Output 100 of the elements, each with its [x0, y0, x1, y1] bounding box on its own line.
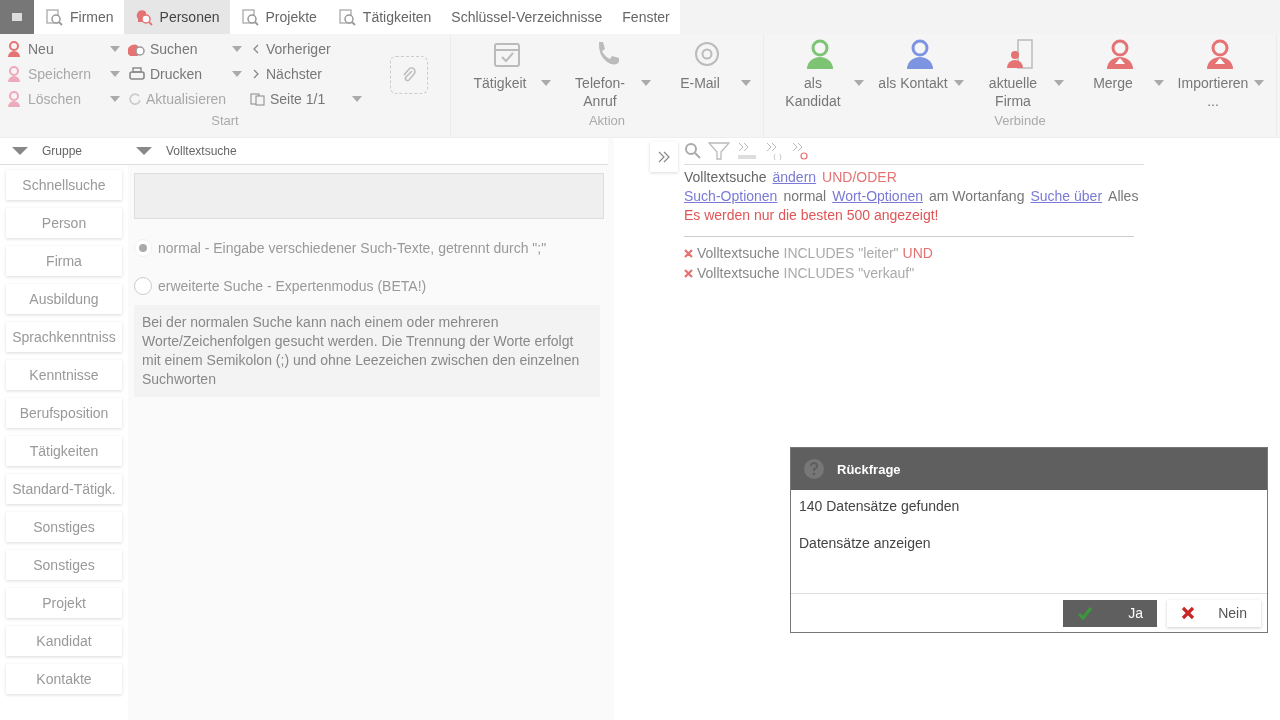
app-menu-button[interactable]: [0, 0, 34, 34]
dialog-message: Datensätze anzeigen: [799, 534, 932, 553]
radio-label: erweiterte Suche - Expertenmodus (BETA!): [158, 278, 427, 294]
attachment-drop-zone[interactable]: [390, 56, 428, 94]
expand-button[interactable]: [650, 142, 678, 172]
group-label: Start: [210, 113, 240, 130]
condition-value: "leiter": [858, 245, 899, 261]
condition-operator: INCLUDES: [783, 245, 855, 261]
group-button[interactable]: Firma: [6, 246, 122, 276]
caret-icon: [741, 80, 751, 86]
group-label: Verbinde: [993, 113, 1047, 130]
menu-tab[interactable]: Tätigkeiten: [326, 0, 442, 34]
group-button[interactable]: Sprachkenntniss: [6, 322, 122, 352]
condition-operator: INCLUDES: [783, 265, 855, 281]
dialog-title: Rückfrage: [837, 461, 901, 477]
change-link[interactable]: ändern: [772, 168, 817, 187]
no-button[interactable]: Nein: [1167, 599, 1261, 627]
group-button[interactable]: Kandidat: [6, 626, 122, 656]
group-button[interactable]: Person: [6, 208, 122, 238]
group-button[interactable]: Sonstiges: [6, 550, 122, 580]
remove-icon[interactable]: [684, 268, 693, 278]
person-building-icon: [1004, 38, 1036, 70]
option-link[interactable]: Wort-Optionen: [832, 187, 923, 206]
menu-tab[interactable]: Projekte: [229, 0, 327, 34]
ribbon-button[interactable]: Telefon-Anruf: [557, 38, 657, 113]
group-label: Aktion: [587, 113, 627, 130]
person-icon: [804, 38, 836, 70]
toolbar-button[interactable]: Drucken: [128, 63, 242, 85]
ribbon-button[interactable]: aktuelle Firma: [970, 38, 1070, 113]
caret-icon: [641, 80, 651, 86]
search-icon[interactable]: [684, 142, 702, 160]
person-icon: [904, 38, 936, 70]
group-button[interactable]: Sonstiges: [6, 512, 122, 542]
operator-label: UND/ODER: [822, 168, 897, 187]
toolbar-button[interactable]: Neu: [6, 38, 120, 60]
panel-title: Volltextsuche: [166, 144, 237, 158]
ribbon-button[interactable]: E-Mail: [657, 38, 757, 113]
double-chevron-icon: [657, 151, 671, 163]
toolbar-button[interactable]: Seite 1/1: [250, 88, 362, 110]
filter-icon[interactable]: [708, 141, 730, 161]
group-button[interactable]: Tätigkeiten: [6, 436, 122, 466]
caret-icon: [954, 80, 964, 86]
ribbon-button[interactable]: Merge: [1070, 38, 1170, 113]
criteria-heading: Volltextsuche: [684, 168, 767, 187]
dialog-message: 140 Datensätze gefunden: [799, 497, 961, 516]
chevrons-icon[interactable]: [764, 141, 784, 161]
condition-field: Volltextsuche: [697, 245, 780, 261]
menu-tab[interactable]: Firmen: [34, 0, 124, 34]
group-button[interactable]: Schnellsuche: [6, 170, 122, 200]
menu-tab[interactable]: Schlüssel-Verzeichnisse: [441, 0, 613, 34]
paperclip-icon: [400, 66, 418, 84]
caret-icon: [854, 80, 864, 86]
toolbar-button[interactable]: Suchen: [128, 38, 242, 60]
option-value: normal: [783, 187, 827, 206]
group-button[interactable]: Kenntnisse: [6, 360, 122, 390]
checkmark-icon: [1077, 606, 1093, 620]
radio-button[interactable]: [134, 277, 152, 295]
app-icon: [11, 11, 23, 23]
pages-icon: [250, 92, 266, 106]
caret-icon: [136, 147, 152, 155]
chevrons-icon[interactable]: [736, 141, 758, 161]
refresh-icon: [128, 92, 142, 106]
panel-title: Gruppe: [42, 144, 83, 158]
menu-tab[interactable]: Personen: [123, 0, 230, 34]
caret-icon: [541, 80, 551, 86]
group-button[interactable]: Standard-Tätigk.: [6, 474, 122, 504]
remove-icon[interactable]: [684, 248, 693, 258]
group-button[interactable]: Berufsposition: [6, 398, 122, 428]
ribbon-button[interactable]: Tätigkeit: [457, 38, 557, 113]
group-button[interactable]: Kontakte: [6, 664, 122, 694]
group-button[interactable]: Ausbildung: [6, 284, 122, 314]
caret-icon: [1254, 80, 1264, 86]
caret-icon: [1054, 80, 1064, 86]
printer-icon: [128, 65, 146, 83]
person-upload-icon: [1204, 38, 1236, 70]
option-value: am Wortanfang: [929, 187, 1025, 206]
yes-button[interactable]: Ja: [1063, 599, 1157, 627]
ribbon-button[interactable]: Importieren...: [1170, 38, 1270, 113]
caret-icon: [12, 147, 28, 155]
condition-joiner: UND: [902, 245, 933, 261]
condition-field: Volltextsuche: [697, 265, 780, 281]
search-icon: [239, 7, 260, 27]
ribbon-button[interactable]: als Kandidat: [770, 38, 870, 113]
caret-icon: [1154, 80, 1164, 86]
ribbon-button[interactable]: als Kontakt: [870, 38, 970, 113]
search-text-field[interactable]: [134, 173, 604, 219]
group-button[interactable]: Projekt: [6, 588, 122, 618]
option-link[interactable]: Such-Optionen: [684, 187, 778, 206]
toolbar-button[interactable]: Nächster: [250, 63, 362, 85]
condition-value: "verkauf": [858, 265, 915, 281]
radio-label: normal - Eingabe verschiedener Such-Texte, getrennt durch ";": [158, 240, 547, 256]
chevrons-cancel-icon[interactable]: [790, 141, 810, 161]
option-value: Alles: [1108, 187, 1139, 206]
toolbar-button[interactable]: Vorheriger: [250, 38, 362, 60]
help-text: Bei der normalen Suche kann nach einem oder mehreren Worte/Zeichenfolgen gesucht werden. Die Trennung der Worte erfolgt mit einem Semikolon (;) und ohne Leezeichen zwischen den einzelnen Suchworten: [134, 305, 600, 397]
menu-tab[interactable]: Fenster: [612, 0, 680, 34]
search-icon: [336, 7, 357, 27]
close-icon: [1181, 606, 1195, 620]
question-icon: [803, 458, 825, 480]
option-link[interactable]: Suche über: [1030, 187, 1103, 206]
